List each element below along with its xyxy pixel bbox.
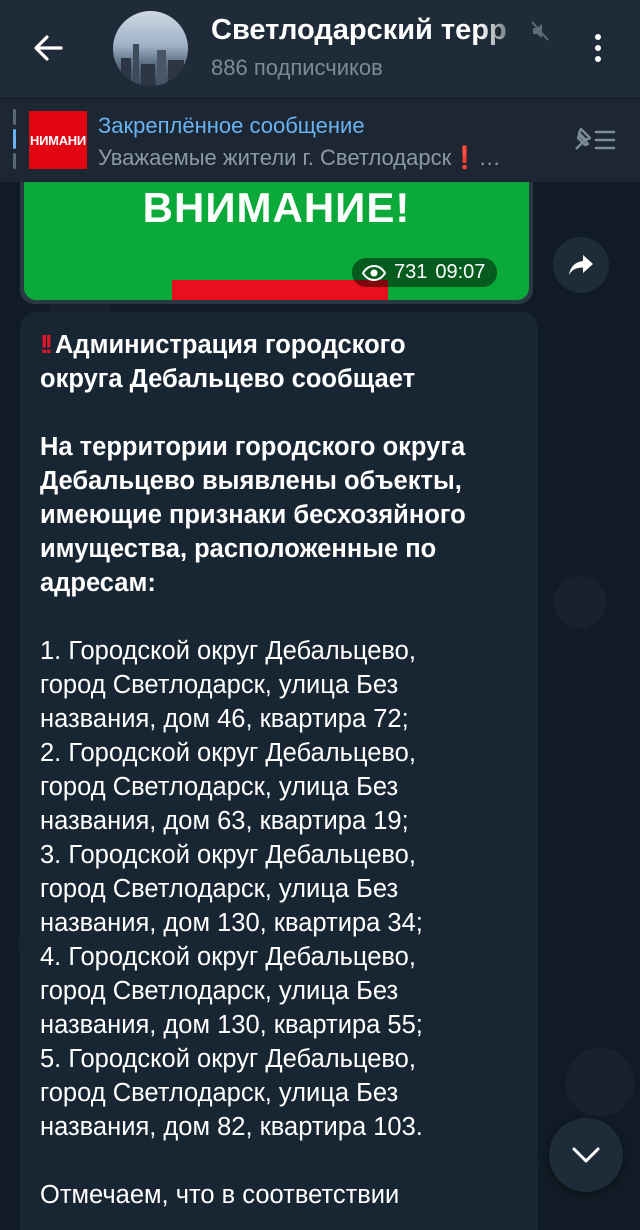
more-vertical-icon[interactable] <box>580 26 616 70</box>
chat-header: Светлодарский терр 886 подписчиков <box>0 0 640 98</box>
address-line: город Светлодарск, улица Без <box>40 773 399 801</box>
message-body: !! Администрация городского округа Дебаль… <box>40 328 518 1212</box>
address-line: названия, дом 130, квартира 34; <box>40 909 423 937</box>
arrow-left-icon <box>34 35 63 61</box>
channel-title[interactable]: Светлодарский терр <box>211 14 526 47</box>
message-headline-2: округа Дебальцево сообщает <box>40 365 416 393</box>
double-exclamation-icon: !! <box>40 331 53 359</box>
address-line: город Светлодарск, улица Без <box>40 1079 399 1107</box>
message-headline-1: Администрация городского <box>54 331 406 359</box>
views-count: 731 <box>394 261 428 283</box>
channel-avatar[interactable] <box>113 11 188 86</box>
address-line: названия, дом 130, квартира 55; <box>40 1011 423 1039</box>
message-meta: 731 09:07 <box>352 258 498 287</box>
back-button[interactable] <box>26 26 70 70</box>
subscriber-count: 886 подписчиков <box>211 55 383 80</box>
pinned-title: Закреплённое сообщение <box>98 113 365 138</box>
intro-line: На территории городского округа <box>40 433 466 461</box>
muted-icon <box>530 20 550 42</box>
pinned-message-bar[interactable]: НИМАНИ Закреплённое сообщение Уважаемые … <box>0 98 640 182</box>
share-icon <box>569 255 593 275</box>
share-button[interactable] <box>553 237 609 293</box>
intro-line: адресам: <box>40 569 156 597</box>
address-line: город Светлодарск, улица Без <box>40 875 399 903</box>
intro-line: имеющие признаки бесхозяйного <box>40 501 466 529</box>
address-line: названия, дом 63, квартира 19; <box>40 807 409 835</box>
address-line: город Светлодарск, улица Без <box>40 671 399 699</box>
address-line: 5. Городской округ Дебальцево, <box>40 1045 416 1073</box>
intro-line: Дебальцево выявлены объекты, <box>40 467 462 495</box>
pinned-thumbnail-text: НИМАНИ <box>30 132 86 148</box>
address-line: названия, дом 46, квартира 72; <box>40 705 409 733</box>
address-line: 1. Городской округ Дебальцево, <box>40 637 416 665</box>
image-headline: ВНИМАНИЕ! <box>142 184 411 231</box>
address-line: город Светлодарск, улица Без <box>40 977 399 1005</box>
outro-line: Отмечаем, что в соответствии <box>40 1181 400 1209</box>
pin-list-icon[interactable] <box>570 123 618 157</box>
intro-line: имущества, расположенные по <box>40 535 437 563</box>
address-line: 2. Городской округ Дебальцево, <box>40 739 416 767</box>
pinned-indicator <box>13 109 16 171</box>
eye-icon <box>362 264 386 281</box>
scroll-down-button[interactable] <box>549 1118 623 1192</box>
pinned-preview: Уважаемые жители г. Светлодарск❗… <box>98 145 501 170</box>
pinned-thumbnail: НИМАНИ <box>29 111 87 169</box>
address-line: названия, дом 82, квартира 103. <box>40 1113 423 1141</box>
message-time: 09:07 <box>435 261 486 283</box>
text-message[interactable]: !! Администрация городского округа Дебаль… <box>20 312 538 1230</box>
address-line: 3. Городской округ Дебальцево, <box>40 841 416 869</box>
address-line: 4. Городской округ Дебальцево, <box>40 943 416 971</box>
chevron-down-icon <box>572 1147 600 1163</box>
